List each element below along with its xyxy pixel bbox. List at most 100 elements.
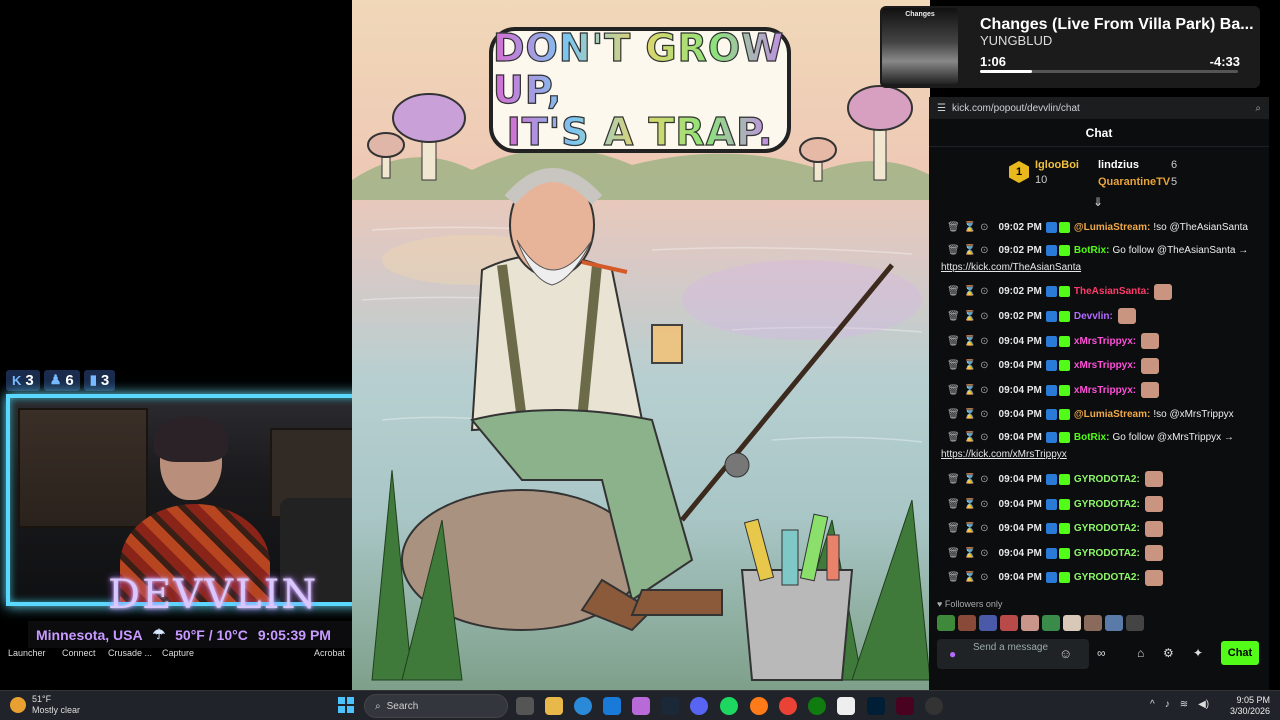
- message-username[interactable]: BotRix:: [1074, 432, 1110, 443]
- mod-tools-icon[interactable]: 🗑⌛⊙: [947, 311, 993, 322]
- mod-tools-icon[interactable]: 🗑⌛⊙: [947, 245, 993, 256]
- mod-tools-icon[interactable]: 🗑⌛⊙: [947, 523, 993, 534]
- store-icon[interactable]: [603, 697, 621, 715]
- task-view-icon[interactable]: [516, 697, 534, 715]
- chat-message[interactable]: 🗑⌛⊙ 09:04 PM xMrsTrippyx:: [929, 378, 1269, 403]
- emote[interactable]: [979, 615, 997, 631]
- xbox-icon[interactable]: [808, 697, 826, 715]
- chat-message[interactable]: 🗑⌛⊙ 09:04 PM GYRODOTA2:: [929, 541, 1269, 566]
- microphone-icon[interactable]: ♪: [1165, 699, 1170, 710]
- weather-widget[interactable]: 51°F Mostly clear: [10, 694, 80, 716]
- mod-tools-icon[interactable]: 🗑⌛⊙: [947, 286, 993, 297]
- chat-message[interactable]: 🗑⌛⊙ 09:02 PM @LumiaStream: !so @TheAsianSan…: [929, 215, 1269, 240]
- zoom-icon[interactable]: ⌕: [1255, 103, 1261, 114]
- emote[interactable]: [937, 615, 955, 631]
- taskbar-clock[interactable]: 9:05 PM 3/30/2026: [1230, 695, 1270, 717]
- store-icon[interactable]: ⌂: [1137, 646, 1144, 660]
- message-username[interactable]: xMrsTrippyx:: [1074, 385, 1136, 396]
- message-username[interactable]: GYRODOTA2:: [1074, 499, 1140, 510]
- app-icon[interactable]: [837, 697, 855, 715]
- volume-icon[interactable]: ◀): [1198, 699, 1209, 710]
- capture-label[interactable]: Capture: [162, 648, 194, 658]
- chat-message[interactable]: 🗑⌛⊙ 09:04 PM GYRODOTA2:: [929, 516, 1269, 541]
- message-link[interactable]: https://kick.com/xMrsTrippyx: [941, 449, 1067, 460]
- mod-tools-icon[interactable]: 🗑⌛⊙: [947, 572, 993, 583]
- emote[interactable]: [1084, 615, 1102, 631]
- message-username[interactable]: @LumiaStream:: [1074, 409, 1150, 420]
- wifi-icon[interactable]: ≋: [1180, 699, 1188, 710]
- collapse-icon[interactable]: ⇓: [1093, 195, 1103, 209]
- emote[interactable]: [1021, 615, 1039, 631]
- file-explorer-icon[interactable]: [545, 697, 563, 715]
- infinity-icon[interactable]: ∞: [1097, 646, 1106, 660]
- message-username[interactable]: BotRix:: [1074, 245, 1110, 256]
- edge-icon[interactable]: [574, 697, 592, 715]
- message-link[interactable]: https://kick.com/TheAsianSanta: [941, 262, 1081, 273]
- photoshop-icon[interactable]: [867, 697, 885, 715]
- emote[interactable]: [1042, 615, 1060, 631]
- connect-label[interactable]: Connect: [62, 648, 96, 658]
- mod-tools-icon[interactable]: 🗑⌛⊙: [947, 474, 993, 485]
- firefox-icon[interactable]: [750, 697, 768, 715]
- mod-tools-icon[interactable]: 🗑⌛⊙: [947, 432, 993, 443]
- chat-message[interactable]: 🗑⌛⊙ 09:02 PM TheAsianSanta:: [929, 280, 1269, 305]
- emote[interactable]: [1126, 615, 1144, 631]
- chat-message[interactable]: 🗑⌛⊙ 09:04 PM BotRix: Go follow @xMrsTrippyx…: [929, 427, 1269, 467]
- chat-message[interactable]: 🗑⌛⊙ 09:04 PM xMrsTrippyx:: [929, 353, 1269, 378]
- chat-message[interactable]: 🗑⌛⊙ 09:04 PM GYRODOTA2:: [929, 467, 1269, 492]
- address-bar[interactable]: ☰ kick.com/popout/devvlin/chat ⌕: [929, 97, 1269, 119]
- message-username[interactable]: Devvlin:: [1074, 311, 1113, 322]
- gear-icon[interactable]: ⚙: [1163, 646, 1174, 660]
- launcher-label[interactable]: Launcher: [8, 648, 46, 658]
- leader-name[interactable]: IglooBoi: [1035, 159, 1079, 171]
- message-username[interactable]: GYRODOTA2:: [1074, 548, 1140, 559]
- emote[interactable]: [958, 615, 976, 631]
- message-username[interactable]: GYRODOTA2:: [1074, 523, 1140, 534]
- extension-icon[interactable]: ✦: [1193, 646, 1203, 660]
- windows-start-icon[interactable]: [338, 697, 354, 713]
- emote[interactable]: [1105, 615, 1123, 631]
- chat-message[interactable]: 🗑⌛⊙ 09:02 PM BotRix: Go follow @TheAsianSan…: [929, 240, 1269, 280]
- crusade-label[interactable]: Crusade ...: [108, 648, 152, 658]
- chat-message[interactable]: 🗑⌛⊙ 09:04 PM @LumiaStream: !so @xMrsTrippyx: [929, 403, 1269, 428]
- taskbar-search[interactable]: ⌕ Search: [364, 694, 508, 718]
- message-time: 09:04 PM: [998, 547, 1042, 559]
- emoji-icon[interactable]: ☺: [1059, 646, 1072, 661]
- chat-message[interactable]: 🗑⌛⊙ 09:04 PM GYRODOTA2:: [929, 566, 1269, 591]
- mod-tools-icon[interactable]: 🗑⌛⊙: [947, 499, 993, 510]
- mod-tools-icon[interactable]: 🗑⌛⊙: [947, 548, 993, 559]
- chat-message[interactable]: 🗑⌛⊙ 09:04 PM xMrsTrippyx:: [929, 329, 1269, 354]
- copilot-icon[interactable]: [632, 697, 650, 715]
- microphone-icon[interactable]: ●: [949, 647, 956, 661]
- steam-icon[interactable]: [661, 697, 679, 715]
- discord-icon[interactable]: [690, 697, 708, 715]
- url-text[interactable]: kick.com/popout/devvlin/chat: [952, 103, 1080, 114]
- chrome-icon[interactable]: [779, 697, 797, 715]
- spotify-icon[interactable]: [720, 697, 738, 715]
- acrobat-label[interactable]: Acrobat: [314, 648, 345, 658]
- message-username[interactable]: TheAsianSanta:: [1074, 286, 1150, 297]
- leader-3-name[interactable]: QuarantineTV: [1098, 176, 1170, 188]
- mod-tools-icon[interactable]: 🗑⌛⊙: [947, 385, 993, 396]
- leader-2-name[interactable]: lindzius: [1098, 159, 1139, 171]
- obs-icon[interactable]: [925, 697, 943, 715]
- mod-tools-icon[interactable]: 🗑⌛⊙: [947, 336, 993, 347]
- emote[interactable]: [1000, 615, 1018, 631]
- emote: [1141, 357, 1160, 374]
- mod-tools-icon[interactable]: 🗑⌛⊙: [947, 409, 993, 420]
- message-username[interactable]: xMrsTrippyx:: [1074, 360, 1136, 371]
- message-username[interactable]: xMrsTrippyx:: [1074, 336, 1136, 347]
- message-username[interactable]: GYRODOTA2:: [1074, 572, 1140, 583]
- emote[interactable]: [1063, 615, 1081, 631]
- site-settings-icon[interactable]: ☰: [937, 103, 946, 114]
- send-chat-button[interactable]: Chat: [1221, 641, 1259, 665]
- indesign-icon[interactable]: [896, 697, 914, 715]
- mod-tools-icon[interactable]: 🗑⌛⊙: [947, 222, 993, 233]
- chat-message[interactable]: 🗑⌛⊙ 09:02 PM Devvlin:: [929, 304, 1269, 329]
- message-username[interactable]: @LumiaStream:: [1074, 222, 1150, 233]
- user-badge-icon: [1045, 310, 1057, 322]
- mod-tools-icon[interactable]: 🗑⌛⊙: [947, 360, 993, 371]
- chat-message[interactable]: 🗑⌛⊙ 09:04 PM GYRODOTA2:: [929, 492, 1269, 517]
- chevron-up-icon[interactable]: ^: [1150, 699, 1155, 710]
- message-username[interactable]: GYRODOTA2:: [1074, 474, 1140, 485]
